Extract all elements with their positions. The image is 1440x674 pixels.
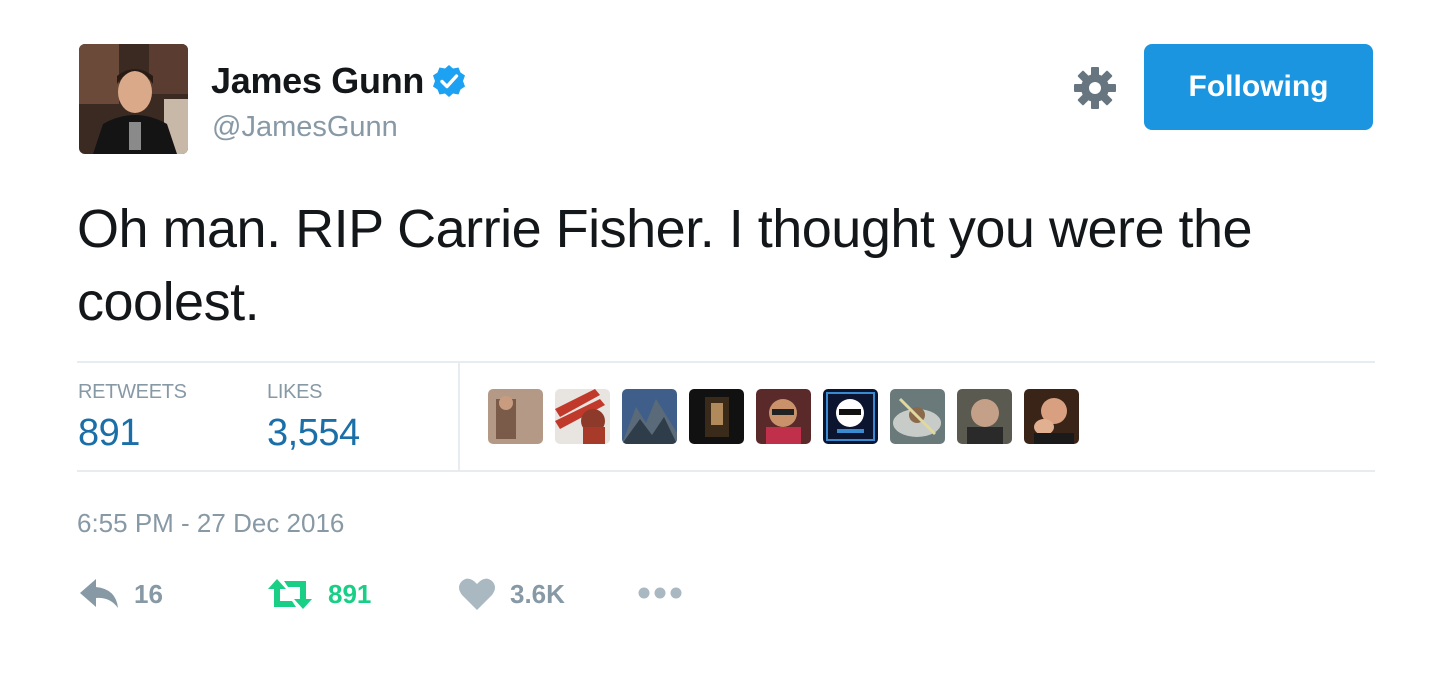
retweet-count: 891 [328,578,372,609]
liker-avatars [488,389,1079,444]
retweet-icon [268,579,312,609]
liker-avatar[interactable] [890,389,945,444]
reply-count: 16 [134,578,163,609]
retweet-button[interactable]: 891 [266,577,371,611]
liker-avatar[interactable] [689,389,744,444]
gear-icon[interactable] [1073,66,1117,110]
like-count: 3.6K [510,578,565,609]
retweets-stat[interactable]: RETWEETS 891 [78,381,187,455]
liker-avatar[interactable] [1024,389,1079,444]
retweets-value: 891 [78,412,140,454]
more-button[interactable] [637,586,683,600]
stats-separator [458,363,460,470]
divider [77,361,1375,363]
author-handle[interactable]: @JamesGunn [212,111,398,144]
heart-icon [459,578,495,610]
retweets-label: RETWEETS [78,381,187,403]
reply-button[interactable]: 16 [78,577,163,611]
reply-icon [80,579,118,608]
author-name-row: James Gunn [211,60,466,102]
liker-avatar[interactable] [823,389,878,444]
liker-avatar[interactable] [957,389,1012,444]
divider [77,470,1375,472]
following-button[interactable]: Following [1144,44,1373,130]
tweet-text: Oh man. RIP Carrie Fisher. I thought you… [77,199,1253,332]
liker-avatar[interactable] [622,389,677,444]
tweet-timestamp[interactable]: 6:55 PM - 27 Dec 2016 [77,508,344,539]
likes-label: LIKES [267,381,323,403]
likes-stat[interactable]: LIKES 3,554 [267,381,360,455]
likes-value: 3,554 [267,412,360,454]
author-avatar[interactable] [79,44,188,154]
author-name[interactable]: James Gunn [211,60,424,102]
more-dots-icon [638,587,682,599]
liker-avatar[interactable] [488,389,543,444]
liker-avatar[interactable] [756,389,811,444]
liker-avatar[interactable] [555,389,610,444]
verified-badge-icon [433,65,466,97]
like-button[interactable]: 3.6K [458,577,565,611]
